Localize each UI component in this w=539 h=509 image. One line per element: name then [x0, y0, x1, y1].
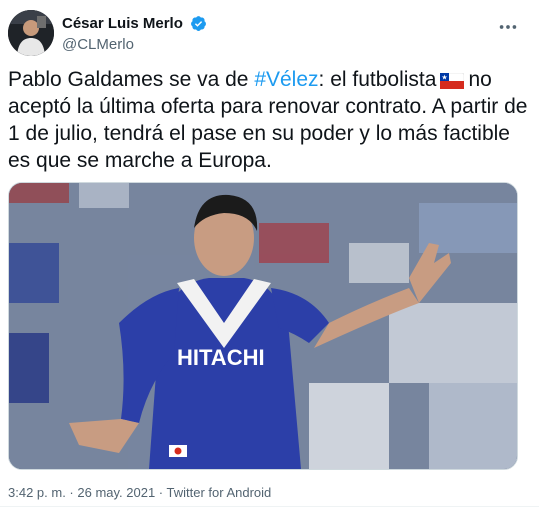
- tweet-text: Pablo Galdames se va de #Vélez: el futbo…: [8, 66, 528, 174]
- author-handle[interactable]: @CLMerlo: [62, 35, 207, 54]
- verified-badge-icon: [191, 16, 207, 31]
- player-photo: HITACHI: [9, 183, 517, 469]
- tweet-text-part2: : el futbolista: [318, 68, 437, 91]
- jersey-sponsor-text: HITACHI: [177, 345, 265, 370]
- author-display-name[interactable]: César Luis Merlo: [62, 14, 183, 33]
- tweet-card: César Luis Merlo @CLMerlo Pablo Galdames…: [0, 0, 539, 509]
- tweet-header: César Luis Merlo @CLMerlo: [8, 8, 531, 58]
- meta-separator: ·: [65, 485, 78, 500]
- author-names: César Luis Merlo @CLMerlo: [62, 14, 207, 54]
- tweet-text-part1: Pablo Galdames se va de: [8, 68, 255, 91]
- tweet-date[interactable]: 26 may. 2021: [77, 485, 155, 500]
- meta-separator-2: ·: [155, 485, 167, 500]
- tweet-media-photo[interactable]: HITACHI: [8, 182, 518, 470]
- divider: [0, 506, 539, 507]
- tweet-meta: 3:42 p. m. · 26 may. 2021 · Twitter for …: [8, 485, 271, 501]
- hashtag-link[interactable]: #Vélez: [254, 68, 318, 91]
- tweet-client[interactable]: Twitter for Android: [167, 485, 272, 500]
- avatar-photo-icon: [8, 10, 54, 56]
- avatar[interactable]: [8, 10, 54, 56]
- more-options-icon[interactable]: [497, 16, 519, 38]
- chile-flag-icon: [440, 73, 465, 89]
- tweet-time[interactable]: 3:42 p. m.: [8, 485, 66, 500]
